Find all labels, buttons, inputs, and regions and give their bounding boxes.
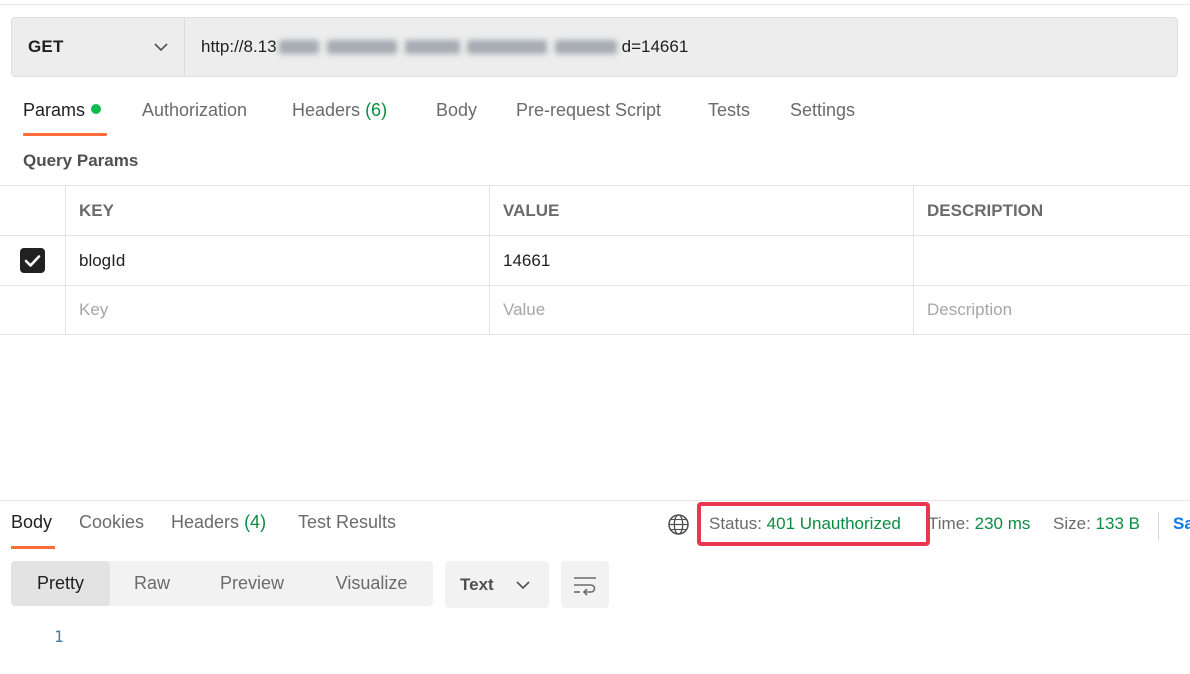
view-raw-button[interactable]: Raw (110, 561, 194, 606)
url-input[interactable]: http://8.13 d=14661 (185, 18, 1177, 76)
url-visible-suffix: d=14661 (621, 37, 689, 56)
tab-settings[interactable]: Settings (790, 100, 855, 138)
status-value: 401 Unauthorized (766, 514, 901, 533)
tab-label: Cookies (79, 512, 145, 532)
size-value: 133 B (1095, 514, 1140, 533)
status-label: Status: (709, 514, 762, 533)
query-params-title: Query Params (23, 151, 139, 170)
tab-label: Tests (708, 100, 751, 120)
param-value-cell[interactable]: 14661 (490, 236, 914, 285)
tab-label: Test Results (298, 512, 397, 532)
tab-label: Params (23, 100, 86, 120)
tab-headers[interactable]: Headers (6) (292, 100, 387, 138)
tab-authorization[interactable]: Authorization (142, 100, 247, 138)
status-readout[interactable]: Status: 401 Unauthorized (709, 514, 901, 534)
new-value-input[interactable]: Value (490, 286, 914, 334)
row-checkbox-cell (0, 236, 66, 285)
wrap-lines-button[interactable] (561, 561, 609, 608)
tab-label: Settings (790, 100, 856, 120)
param-key-cell[interactable]: blogId (66, 236, 490, 285)
table-row: blogId 14661 (0, 235, 1190, 285)
response-tab-test-results[interactable]: Test Results (298, 512, 396, 533)
tab-label: Headers (292, 100, 361, 120)
table-header-row: KEY VALUE DESCRIPTION (0, 185, 1190, 235)
response-headers-count: (4) (244, 512, 267, 532)
method-dropdown[interactable]: GET (12, 18, 185, 76)
column-header-description: DESCRIPTION (927, 200, 1044, 220)
meta-separator (1158, 512, 1159, 540)
header-checkbox-cell (0, 186, 66, 235)
request-url-bar: GET http://8.13 d=14661 (11, 17, 1178, 77)
tab-label: Body (436, 100, 478, 120)
top-divider (0, 0, 1190, 5)
format-label: Text (460, 574, 494, 594)
tab-tests[interactable]: Tests (708, 100, 750, 138)
time-readout[interactable]: Time: 230 ms (928, 514, 1030, 534)
tab-label: Pre-request Script (516, 100, 662, 120)
headers-count: (6) (365, 100, 388, 120)
tab-label: Headers (171, 512, 240, 532)
params-active-dot (91, 104, 102, 114)
table-row-new: Key Value Description (0, 285, 1190, 335)
line-number: 1 (54, 627, 64, 646)
time-label: Time: (928, 514, 970, 533)
tab-body[interactable]: Body (436, 100, 477, 138)
query-params-table: KEY VALUE DESCRIPTION blogId 14661 Key V… (0, 185, 1190, 335)
url-redacted-segment (277, 34, 622, 60)
url-visible-prefix: http://8.13 (201, 37, 277, 56)
wrap-lines-icon (574, 576, 596, 596)
time-value: 230 ms (974, 514, 1031, 533)
response-tab-cookies[interactable]: Cookies (79, 512, 144, 533)
row-checkbox-cell (0, 286, 66, 334)
method-label: GET (28, 37, 64, 56)
response-tab-headers[interactable]: Headers (4) (171, 512, 266, 533)
chevron-down-icon (154, 43, 168, 52)
checkmark-icon (24, 254, 41, 267)
save-response-link[interactable]: Sa (1173, 514, 1190, 534)
globe-icon[interactable] (667, 513, 690, 536)
param-enabled-checkbox[interactable] (20, 248, 45, 273)
view-pretty-button[interactable]: Pretty (11, 561, 110, 606)
response-divider[interactable] (0, 500, 1190, 501)
tab-label: Authorization (142, 100, 248, 120)
param-description-cell[interactable] (914, 236, 1190, 285)
tab-label: Body (11, 512, 53, 532)
size-label: Size: (1053, 514, 1091, 533)
view-visualize-button[interactable]: Visualize (310, 561, 433, 606)
active-response-tab-indicator (11, 546, 55, 549)
new-key-input[interactable]: Key (66, 286, 490, 334)
tab-pre-request-script[interactable]: Pre-request Script (516, 100, 661, 138)
size-readout[interactable]: Size: 133 B (1053, 514, 1140, 534)
chevron-down-icon (516, 581, 530, 590)
format-dropdown[interactable]: Text (445, 561, 549, 608)
column-header-key: KEY (66, 186, 490, 235)
new-description-input[interactable]: Description (914, 286, 1190, 334)
view-mode-segmented-control: Pretty Raw Preview Visualize (11, 561, 433, 606)
column-header-value: VALUE (490, 186, 914, 235)
view-preview-button[interactable]: Preview (194, 561, 310, 606)
active-tab-indicator (23, 133, 107, 136)
response-tab-body[interactable]: Body (11, 512, 52, 533)
